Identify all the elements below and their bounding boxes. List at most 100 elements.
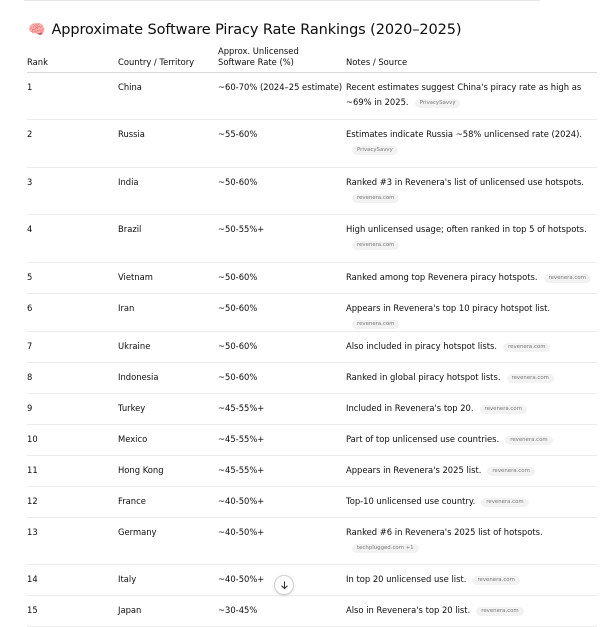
cell-notes: Appears in Revenera's 2025 list. revenera… [346,455,597,487]
cell-notes: Also in Revenera's top 20 list. revenera.… [346,595,597,627]
note-text: Ranked in global piracy hotspot lists. [346,372,501,382]
cell-rate: ~50-60% [218,331,346,363]
source-badge[interactable]: PrivacySavvy [414,99,461,108]
header-rank: Rank [27,46,118,73]
cell-country: Italy [118,564,218,596]
cell-notes: Ranked #3 in Revenera's list of unlicens… [346,167,597,215]
source-badge[interactable]: revenera.com [476,607,524,616]
note-text: Also in Revenera's top 20 list. [346,605,471,615]
header-country: Country / Territory [118,46,218,73]
cell-notes: Also included in piracy hotspot lists. re… [346,331,597,363]
source-badge[interactable]: revenera.com [543,274,591,283]
cell-notes: In top 20 unlicensed use list. revenera.c… [346,564,597,596]
table-row: 2 Russia ~55-60% Estimates indicate Russia … [27,119,597,168]
cell-rank: 10 [27,424,118,456]
table-row: 5 Vietnam ~50-60% Ranked among top Revenera… [27,262,597,294]
source-badge[interactable]: techplugged.com +1 [352,544,419,553]
cell-notes: Estimates indicate Russia ~58% unlicense… [346,119,597,168]
note-text: Also included in piracy hotspot lists. [346,341,498,351]
source-badge[interactable]: revenera.com [352,241,400,250]
cell-rank: 2 [27,119,118,168]
cell-rate: ~40-50%+ [218,486,346,518]
cell-rate: ~45-55%+ [218,424,346,456]
cell-country: Hong Kong [118,455,218,487]
note-text: Appears in Revenera's top 10 piracy hots… [346,303,551,313]
cell-rank: 3 [27,167,118,215]
cell-rank: 11 [27,455,118,487]
cell-country: Indonesia [118,362,218,394]
cell-rate: ~50-55%+ [218,214,346,263]
table-row: 6 Iran ~50-60% Appears in Revenera's top 10… [27,293,597,332]
table-row: 3 India ~50-60% Ranked #3 in Revenera's lis… [27,167,597,215]
cell-rate: ~45-55%+ [218,455,346,487]
cell-rank: 12 [27,486,118,518]
arrow-down-icon [280,580,288,589]
cell-country: Brazil [118,214,218,263]
cell-rank: 14 [27,564,118,596]
note-text: Ranked #6 in Revenera's 2025 list of hot… [346,527,543,537]
table-row: 7 Ukraine ~50-60% Also included in piracy h… [27,331,597,363]
table-row: 9 Turkey ~45-55%+ Included in Revenera's to… [27,393,597,425]
cell-notes: Ranked among top Revenera piracy hotspot… [346,262,597,294]
source-badge[interactable]: revenera.com [352,194,400,203]
note-text: Top-10 unlicensed use country. [346,496,476,506]
cell-country: Turkey [118,393,218,425]
cell-notes: Recent estimates suggest China's piracy … [346,72,597,120]
cell-rank: 8 [27,362,118,394]
cell-country: Russia [118,119,218,168]
top-divider [24,0,540,1]
table-row: 1 China ~60-70% (2024–25 estimate) Recent e… [27,72,597,120]
cell-country: Mexico [118,424,218,456]
source-badge[interactable]: PrivacySavvy [352,146,398,155]
cell-rate: ~55-60% [218,119,346,168]
source-badge[interactable]: revenera.com [505,436,553,445]
scroll-down-button[interactable] [274,575,294,595]
table-row: 13 Germany ~40-50%+ Ranked #6 in Revenera's… [27,517,597,565]
note-text: Estimates indicate Russia ~58% unlicense… [346,129,583,139]
source-badge[interactable]: revenera.com [481,498,529,507]
note-text: Recent estimates suggest China's piracy … [346,82,582,107]
source-badge[interactable]: revenera.com [503,343,551,352]
source-badge[interactable]: revenera.com [352,320,400,329]
source-badge[interactable]: revenera.com [487,467,535,476]
cell-rate: ~30-45% [218,595,346,627]
cell-rank: 15 [27,595,118,627]
cell-rank: 5 [27,262,118,294]
note-text: High unlicensed usage; often ranked in t… [346,224,587,234]
cell-rate: ~50-60% [218,293,346,332]
cell-rank: 13 [27,517,118,565]
cell-rank: 9 [27,393,118,425]
cell-notes: Ranked #6 in Revenera's 2025 list of hot… [346,517,597,565]
table-row: 8 Indonesia ~50-60% Ranked in global piracy… [27,362,597,394]
page-title: Approximate Software Piracy Rate Ranking… [51,22,462,38]
table-row: 14 Italy ~40-50%+ In top 20 unlicensed use … [27,564,597,596]
table-header-row: Rank Country / Territory Approx. Unlicen… [27,46,597,73]
header-notes: Notes / Source [346,46,597,73]
cell-rate: ~50-60% [218,262,346,294]
note-text: Appears in Revenera's 2025 list. [346,465,482,475]
cell-rank: 6 [27,293,118,332]
cell-rank: 1 [27,72,118,120]
note-text: Part of top unlicensed use countries. [346,434,500,444]
cell-rate: ~40-50%+ [218,517,346,565]
table-row: 10 Mexico ~45-55%+ Part of top unlicensed u… [27,424,597,456]
brain-icon: 🧠 [28,22,46,38]
source-badge[interactable]: revenera.com [472,576,520,585]
cell-notes: Appears in Revenera's top 10 piracy hots… [346,293,597,332]
cell-rate: ~50-60% [218,362,346,394]
source-badge[interactable]: revenera.com [479,405,527,414]
cell-country: Iran [118,293,218,332]
cell-rate: ~50-60% [218,167,346,215]
note-text: Included in Revenera's top 20. [346,403,474,413]
section-heading: 🧠 Approximate Software Piracy Rate Ranki… [28,20,462,40]
cell-rate: ~60-70% (2024–25 estimate) [218,72,346,120]
note-text: Ranked among top Revenera piracy hotspot… [346,272,538,282]
cell-notes: Part of top unlicensed use countries. rev… [346,424,597,456]
table-row: 11 Hong Kong ~45-55%+ Appears in Revenera's… [27,455,597,487]
cell-notes: Ranked in global piracy hotspot lists. re… [346,362,597,394]
source-badge[interactable]: revenera.com [506,374,554,383]
cell-country: China [118,72,218,120]
table-row: 12 France ~40-50%+ Top-10 unlicensed use co… [27,486,597,518]
cell-rank: 4 [27,214,118,263]
note-text: In top 20 unlicensed use list. [346,574,467,584]
